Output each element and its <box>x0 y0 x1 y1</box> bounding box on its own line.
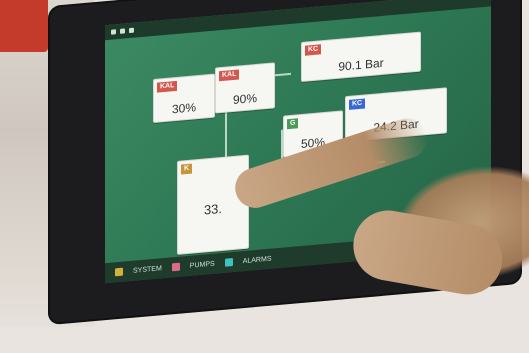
background-red-object <box>0 0 48 52</box>
tile-pressure-top[interactable]: KC 90.1 Bar <box>301 31 421 83</box>
tile-tag: KAL <box>219 69 240 82</box>
tablet-bezel: KAL 30% KAL 90% KC 90.1 Bar G 50% KC 24.… <box>50 0 520 323</box>
status-icon <box>120 28 125 34</box>
hmi-bottom-bar: SYSTEM PUMPS ALARMS <box>105 229 491 284</box>
tile-middle[interactable]: G 50% <box>283 110 343 158</box>
tile-top-left[interactable]: KAL 30% <box>153 73 215 123</box>
tile-tag: KC <box>305 44 322 56</box>
tile-tag: KAL <box>157 80 178 93</box>
tile-tag: KC <box>349 98 366 110</box>
status-chip <box>224 258 233 267</box>
tile-value: 33. <box>203 200 223 218</box>
tile-value: 90% <box>232 90 258 107</box>
bottom-tab-label[interactable]: SYSTEM <box>133 265 162 275</box>
tile-top-middle[interactable]: KAL 90% <box>215 62 275 114</box>
tile-tag: K <box>181 163 193 175</box>
tile-value: 30% <box>171 100 197 117</box>
status-icon <box>129 27 134 34</box>
bottom-tab-label[interactable]: PUMPS <box>190 260 215 269</box>
status-chip <box>171 262 180 272</box>
pipe-line <box>225 160 385 177</box>
tile-tag: G <box>287 118 299 130</box>
tile-value: 90.1 Bar <box>338 55 384 74</box>
hmi-screen[interactable]: KAL 30% KAL 90% KC 90.1 Bar G 50% KC 24.… <box>105 0 491 284</box>
tile-value: 24.2 Bar <box>373 116 419 135</box>
bottom-tab-label[interactable]: ALARMS <box>243 255 272 265</box>
hmi-status-bar <box>105 0 491 41</box>
status-chip <box>115 267 123 277</box>
tile-left-large[interactable]: K 33. <box>177 154 249 255</box>
status-icon <box>111 29 116 35</box>
tile-pressure-right[interactable]: KC 24.2 Bar <box>345 87 447 143</box>
tile-value: 50% <box>300 134 326 152</box>
